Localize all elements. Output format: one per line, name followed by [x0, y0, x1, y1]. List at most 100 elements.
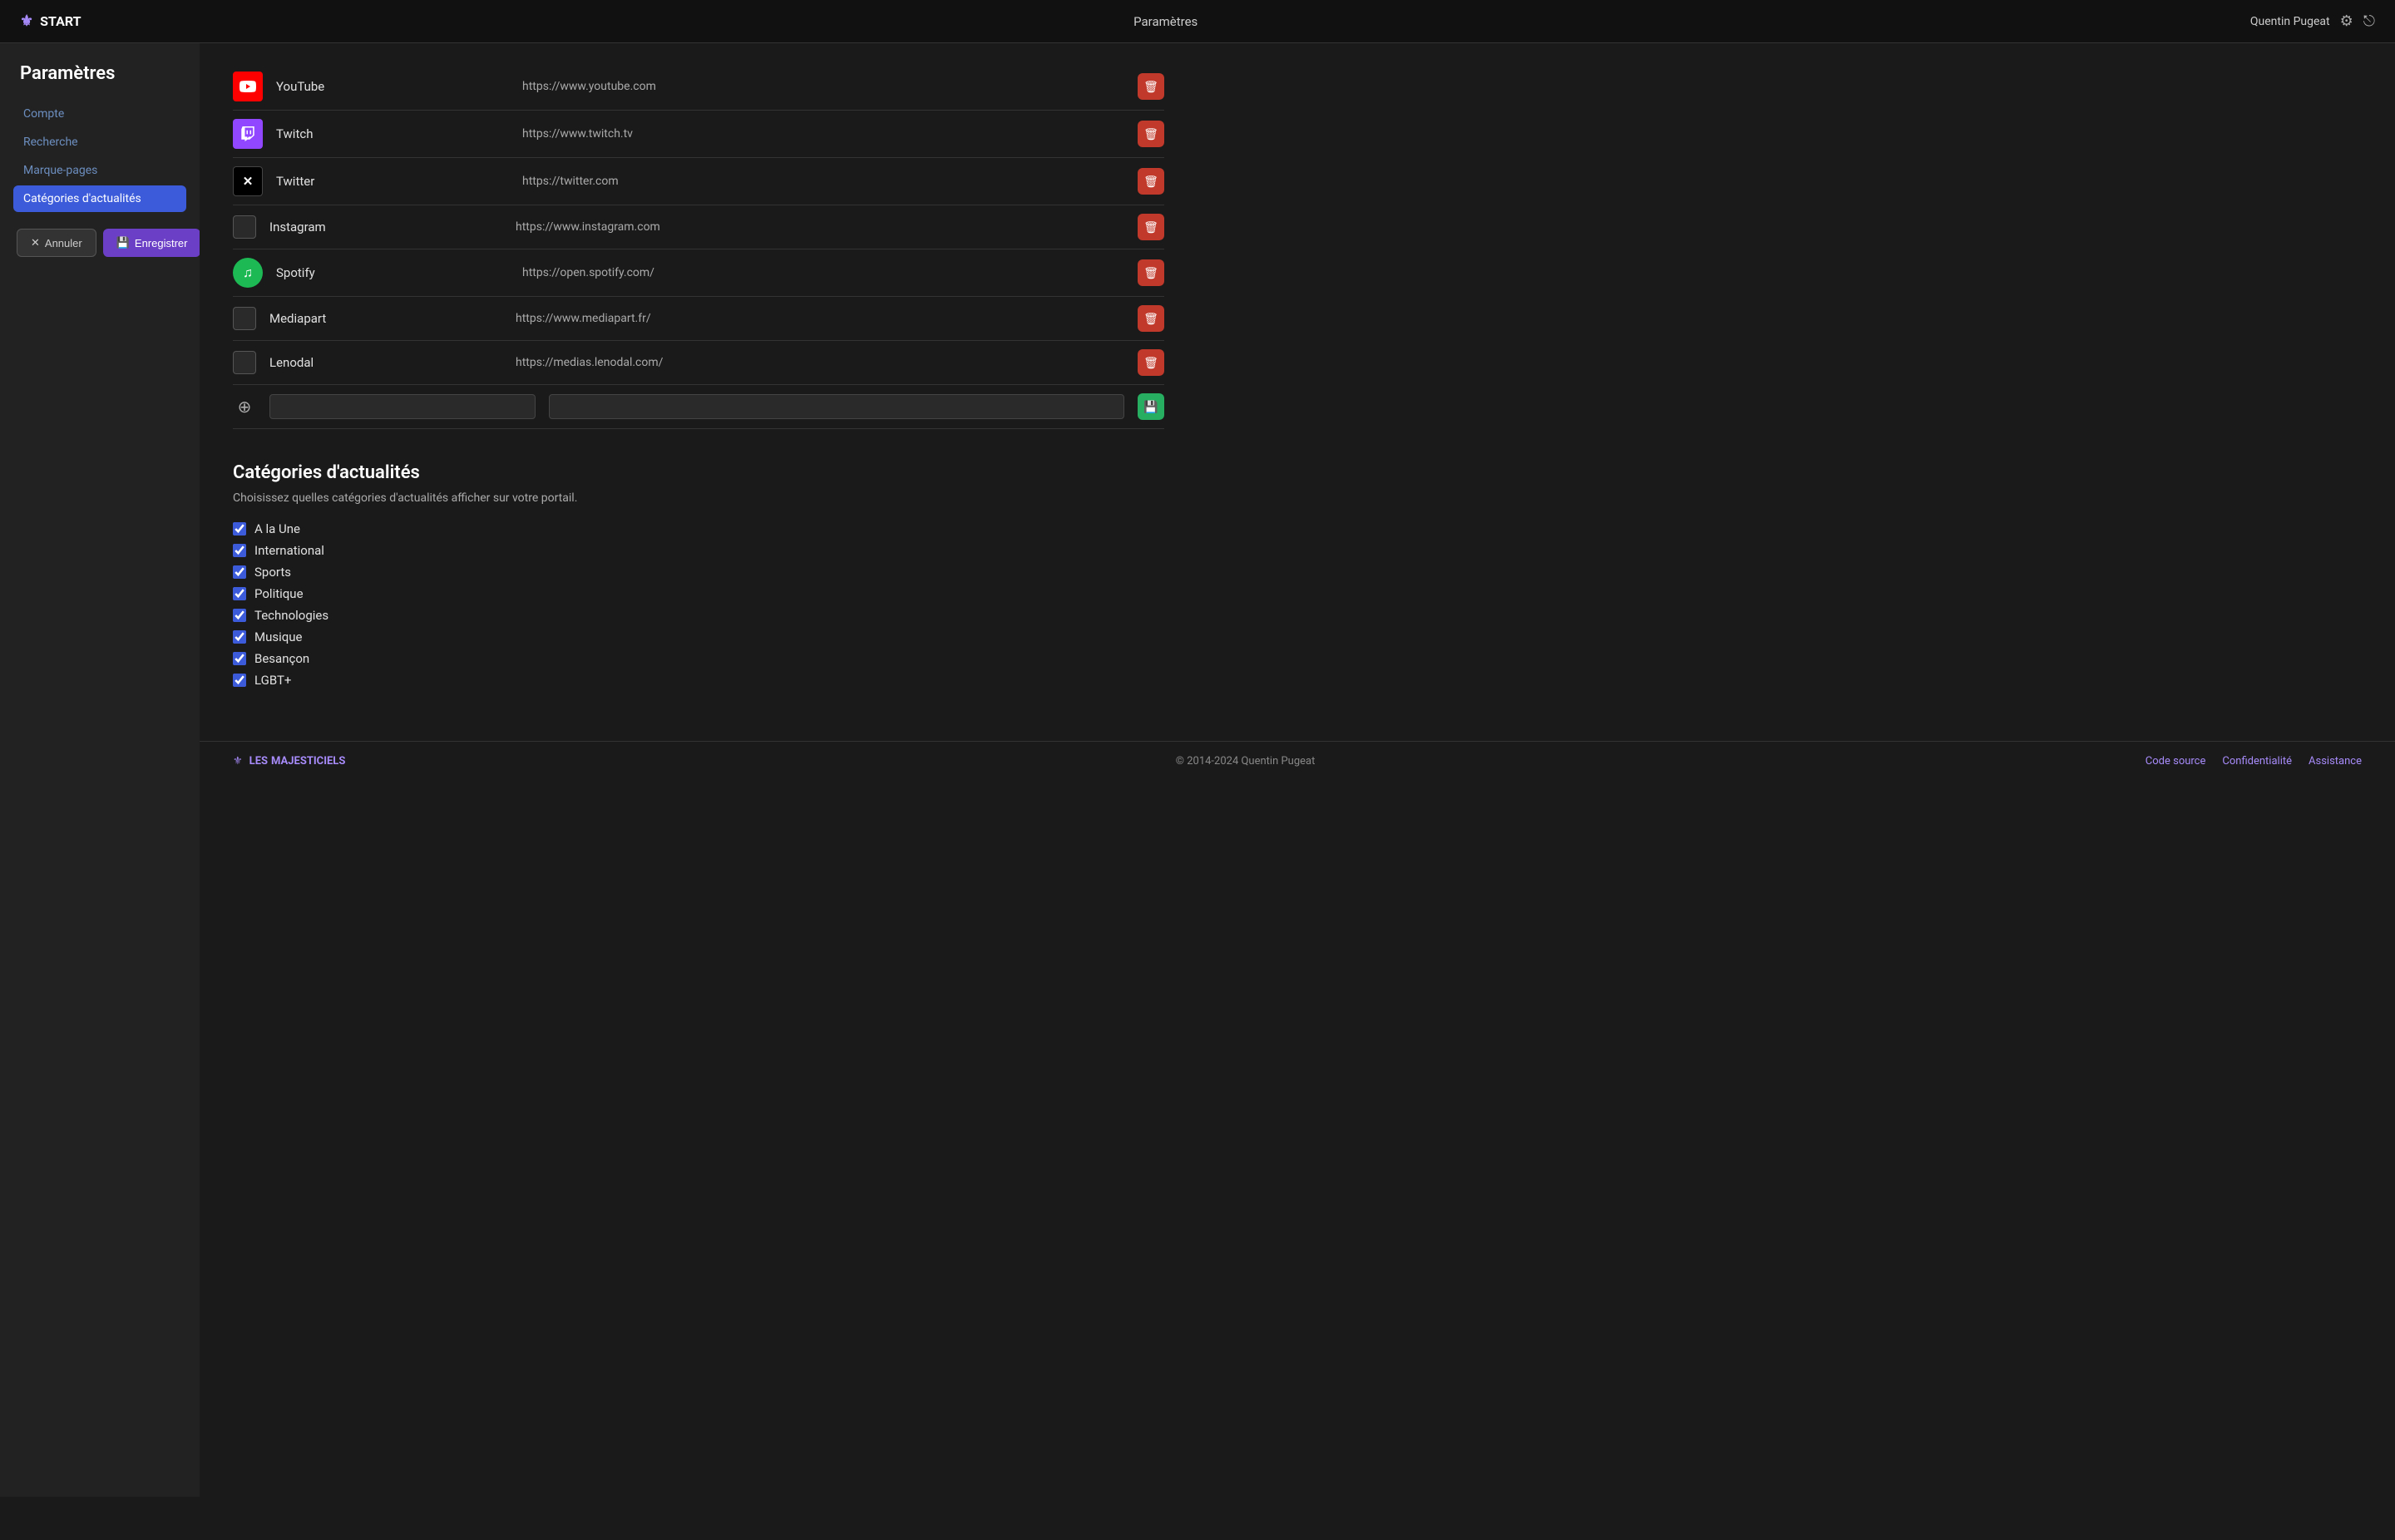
logout-icon[interactable]: ⎋: [2363, 12, 2375, 30]
user-menu: Quentin Pugeat ⚙ ⎋: [2250, 12, 2375, 30]
category-label-technologies: Technologies: [254, 608, 328, 623]
new-service-url-input[interactable]: [549, 394, 1124, 419]
table-row: Lenodal https://medias.lenodal.com/ 🗑: [233, 341, 1164, 385]
sidebar-nav: Compte Recherche Marque-pages Catégories…: [13, 101, 186, 212]
layout: Paramètres Compte Recherche Marque-pages…: [0, 43, 2395, 1497]
categories-desc: Choisissez quelles catégories d'actualit…: [233, 491, 1164, 505]
footer-les: LES: [249, 755, 268, 768]
service-url: https://www.twitch.tv: [522, 127, 1124, 141]
sidebar-item-compte[interactable]: Compte: [13, 101, 186, 127]
content-area: YouTube https://www.youtube.com 🗑 Twitch…: [200, 43, 1198, 708]
sidebar-actions: ✕ Annuler 💾 Enregistrer: [13, 229, 186, 257]
footer-link-source[interactable]: Code source: [2146, 755, 2206, 768]
service-url: https://www.mediapart.fr/: [516, 312, 1124, 325]
sidebar-item-recherche[interactable]: Recherche: [13, 129, 186, 155]
table-row: YouTube https://www.youtube.com 🗑: [233, 63, 1164, 111]
username: Quentin Pugeat: [2250, 15, 2330, 28]
category-checkbox-une[interactable]: [233, 522, 246, 536]
category-label-politique: Politique: [254, 586, 304, 601]
category-label-international: International: [254, 543, 324, 558]
category-item-besancon[interactable]: Besançon: [233, 651, 1164, 666]
table-row: Twitch https://www.twitch.tv 🗑: [233, 111, 1164, 158]
sidebar-item-categories[interactable]: Catégories d'actualités: [13, 185, 186, 212]
footer-maj: MAJESTICIELS: [271, 755, 345, 768]
category-checkbox-politique[interactable]: [233, 587, 246, 600]
cancel-button[interactable]: ✕ Annuler: [17, 229, 96, 257]
category-item-une[interactable]: A la Une: [233, 521, 1164, 536]
trash-icon: 🗑: [1143, 220, 1158, 234]
category-label-sports: Sports: [254, 565, 291, 580]
youtube-icon: [233, 72, 263, 101]
service-name: Mediapart: [269, 311, 502, 326]
category-item-musique[interactable]: Musique: [233, 629, 1164, 644]
delete-spotify-button[interactable]: 🗑: [1138, 259, 1164, 286]
services-table: YouTube https://www.youtube.com 🗑 Twitch…: [233, 63, 1164, 429]
header: ⚜ START Paramètres Quentin Pugeat ⚙ ⎋: [0, 0, 2395, 43]
category-item-politique[interactable]: Politique: [233, 586, 1164, 601]
delete-youtube-button[interactable]: 🗑: [1138, 73, 1164, 100]
category-item-sports[interactable]: Sports: [233, 565, 1164, 580]
category-label-une: A la Une: [254, 521, 300, 536]
add-service-row: ⊕ 💾: [233, 385, 1164, 429]
delete-twitter-button[interactable]: 🗑: [1138, 168, 1164, 195]
mediapart-placeholder-icon: [233, 307, 256, 330]
trash-icon: 🗑: [1143, 356, 1158, 370]
trash-icon: 🗑: [1143, 266, 1158, 280]
table-row: Instagram https://www.instagram.com 🗑: [233, 205, 1164, 249]
category-checkbox-musique[interactable]: [233, 630, 246, 644]
lenodal-placeholder-icon: [233, 351, 256, 374]
category-checkbox-lgbt[interactable]: [233, 674, 246, 687]
instagram-placeholder-icon: [233, 215, 256, 239]
table-row: ✕ Twitter https://twitter.com 🗑: [233, 158, 1164, 205]
save-button[interactable]: 💾 Enregistrer: [103, 229, 200, 257]
service-url: https://twitter.com: [522, 175, 1124, 188]
trash-icon: 🗑: [1143, 175, 1158, 189]
add-service-icon-button[interactable]: ⊕: [233, 395, 256, 418]
footer-crown-icon: ⚜: [233, 755, 243, 768]
table-row: Mediapart https://www.mediapart.fr/ 🗑: [233, 297, 1164, 341]
crown-icon: ⚜: [20, 12, 33, 30]
sidebar: Paramètres Compte Recherche Marque-pages…: [0, 43, 200, 1497]
category-item-international[interactable]: International: [233, 543, 1164, 558]
footer-copyright: © 2014-2024 Quentin Pugeat: [1176, 755, 1316, 768]
twitch-icon: [233, 119, 263, 149]
category-item-lgbt[interactable]: LGBT+: [233, 673, 1164, 688]
category-checkbox-technologies[interactable]: [233, 609, 246, 622]
twitter-icon: ✕: [233, 166, 263, 196]
trash-icon: 🗑: [1143, 127, 1158, 141]
settings-icon[interactable]: ⚙: [2340, 12, 2353, 30]
category-checkbox-besancon[interactable]: [233, 652, 246, 665]
add-service-save-button[interactable]: 💾: [1138, 393, 1164, 420]
category-item-technologies[interactable]: Technologies: [233, 608, 1164, 623]
trash-icon: 🗑: [1143, 312, 1158, 326]
category-checkbox-international[interactable]: [233, 544, 246, 557]
save-icon: 💾: [1143, 400, 1158, 414]
sidebar-title: Paramètres: [13, 63, 186, 84]
footer-link-confidentialite[interactable]: Confidentialité: [2222, 755, 2292, 768]
delete-mediapart-button[interactable]: 🗑: [1138, 305, 1164, 332]
service-url: https://www.youtube.com: [522, 80, 1124, 93]
service-name: Twitter: [276, 174, 509, 189]
service-name: Twitch: [276, 126, 509, 141]
new-service-name-input[interactable]: [269, 394, 536, 419]
service-url: https://medias.lenodal.com/: [516, 356, 1124, 369]
delete-lenodal-button[interactable]: 🗑: [1138, 349, 1164, 376]
category-checkbox-sports[interactable]: [233, 565, 246, 579]
sidebar-item-marque-pages[interactable]: Marque-pages: [13, 157, 186, 184]
delete-instagram-button[interactable]: 🗑: [1138, 214, 1164, 240]
page-title: Paramètres: [1133, 14, 1198, 29]
footer-links: Code source Confidentialité Assistance: [2146, 755, 2362, 768]
main-content: YouTube https://www.youtube.com 🗑 Twitch…: [200, 43, 2395, 1497]
service-url: https://open.spotify.com/: [522, 266, 1124, 279]
category-label-besancon: Besançon: [254, 651, 309, 666]
categories-title: Catégories d'actualités: [233, 462, 1164, 483]
delete-twitch-button[interactable]: 🗑: [1138, 121, 1164, 147]
service-url: https://www.instagram.com: [516, 220, 1124, 234]
footer-link-assistance[interactable]: Assistance: [2309, 755, 2362, 768]
brand-name: START: [40, 13, 81, 29]
plus-circle-icon: ⊕: [238, 397, 252, 417]
categories-section: Catégories d'actualités Choisissez quell…: [233, 462, 1164, 688]
brand-logo[interactable]: ⚜ START: [20, 12, 81, 30]
spotify-icon: ♫: [233, 258, 263, 288]
service-name: Instagram: [269, 220, 502, 234]
